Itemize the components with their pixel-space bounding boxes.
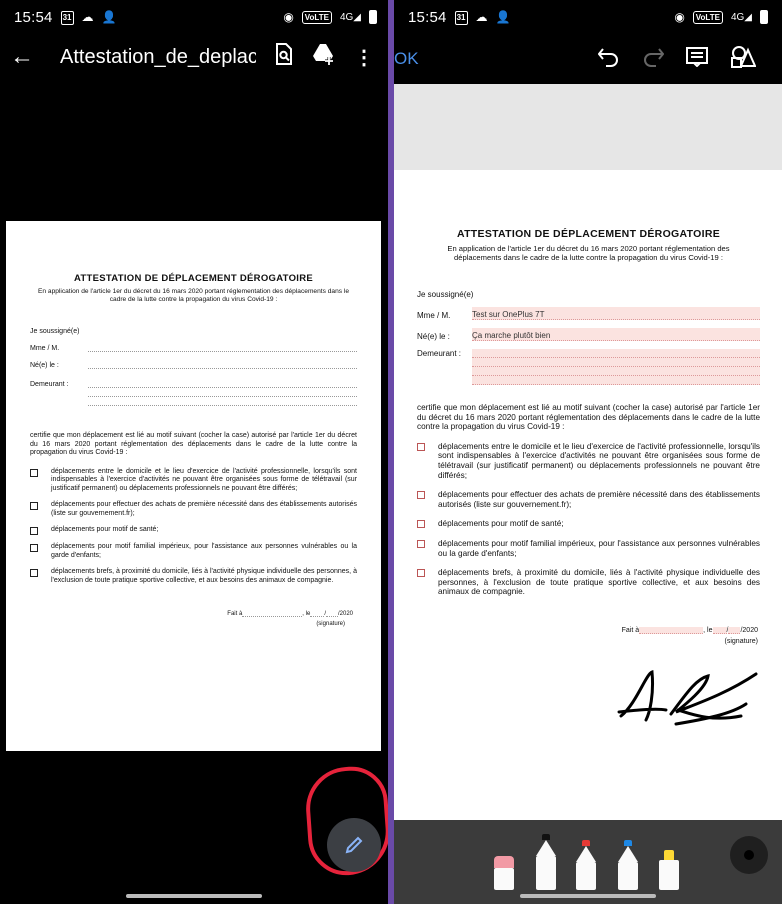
checkbox[interactable] — [417, 520, 425, 529]
hotspot-icon: ◉ — [283, 10, 294, 24]
battery-icon — [760, 10, 768, 24]
document-title: Attestation_de_deplac... — [60, 45, 256, 68]
page-gap — [394, 84, 782, 170]
document-search-icon[interactable] — [274, 43, 294, 71]
black-pen-tool[interactable] — [536, 834, 556, 890]
document-page-preview: ATTESTATION DE DÉPLACEMENT DÉROGATOIRE E… — [6, 221, 381, 751]
name-field — [88, 351, 357, 352]
handwritten-signature — [617, 669, 758, 726]
option-3: déplacements pour motif de santé; — [30, 526, 357, 535]
status-time: 15:54 — [14, 8, 53, 26]
address-field — [88, 387, 357, 388]
certifie-text: certifie que mon déplacement est lié au … — [30, 432, 357, 456]
status-time: 15:54 — [408, 8, 447, 26]
pen-tray — [394, 820, 782, 904]
option-5: déplacements brefs, à proximité du domic… — [30, 568, 357, 585]
annotation-toolbar: OK — [394, 34, 782, 84]
add-person-icon: 👤 — [101, 10, 117, 24]
checkbox — [30, 544, 38, 552]
battery-icon — [369, 10, 377, 24]
right-phone-screen: 15:54 31 ☁ 👤 ◉ VoLTE 4G◢ OK ATTESTATION … — [394, 0, 782, 904]
option-1: déplacements entre le domicile et le lie… — [417, 442, 760, 480]
hotspot-icon: ◉ — [674, 10, 685, 24]
certifie-text: certifie que mon déplacement est lié au … — [417, 403, 760, 432]
birth-input[interactable]: Ça marche plutôt bien — [472, 328, 760, 341]
checkbox — [30, 569, 38, 577]
edit-fab[interactable] — [327, 818, 381, 872]
ne-le-label: Né(e) le : — [30, 362, 59, 369]
eraser-tool[interactable] — [494, 856, 514, 890]
checkbox — [30, 502, 38, 510]
doc-title: ATTESTATION DE DÉPLACEMENT DÉROGATOIRE — [73, 273, 314, 284]
cloud-icon: ☁ — [81, 10, 94, 24]
volte-badge: VoLTE — [301, 10, 332, 24]
address-input[interactable] — [472, 349, 760, 385]
red-pen-tool[interactable] — [576, 840, 596, 890]
fait-a-line: Fait à, le//2020 — [621, 626, 758, 634]
drive-add-icon[interactable] — [312, 43, 336, 71]
option-2: déplacements pour effectuer des achats d… — [417, 490, 760, 509]
editable-document-page[interactable]: ATTESTATION DE DÉPLACEMENT DÉROGATOIRE E… — [394, 170, 782, 820]
signature-label: (signature) — [724, 637, 758, 645]
je-soussigne-label: Je soussigné(e) — [30, 328, 80, 335]
option-1: déplacements entre le domicile et le lie… — [30, 468, 357, 494]
option-4: déplacements pour motif familial impérie… — [30, 543, 357, 560]
checkbox[interactable] — [417, 491, 425, 500]
option-4: déplacements pour motif familial impérie… — [417, 539, 760, 558]
je-soussigne-label: Je soussigné(e) — [417, 290, 474, 299]
pencil-icon — [345, 836, 363, 854]
record-icon[interactable] — [730, 836, 768, 874]
screenshot-pair: 15:54 31 ☁ 👤 ◉ VoLTE 4G◢ ← Attestation_d… — [0, 0, 782, 904]
left-phone-screen: 15:54 31 ☁ 👤 ◉ VoLTE 4G◢ ← Attestation_d… — [0, 0, 393, 904]
undo-icon[interactable] — [597, 47, 620, 72]
checkbox — [30, 468, 38, 477]
status-bar: 15:54 31 ☁ 👤 ◉ VoLTE 4G◢ — [0, 0, 391, 34]
fait-a-line: Fait à, le//2020 — [227, 611, 353, 617]
viewer-toolbar: ← Attestation_de_deplac... ⋮ — [0, 34, 391, 80]
checkbox[interactable] — [417, 539, 425, 548]
more-vert-icon[interactable]: ⋮ — [354, 45, 374, 70]
option-3: déplacements pour motif de santé; — [417, 519, 760, 529]
name-input[interactable]: Test sur OnePlus 7T — [472, 307, 760, 320]
doc-subtitle: En application de l'article 1er du décre… — [447, 244, 730, 262]
signal-icon: 4G◢ — [339, 11, 361, 23]
shapes-icon[interactable] — [730, 45, 757, 73]
blue-pen-tool[interactable] — [618, 840, 638, 890]
birth-field — [88, 368, 357, 369]
signature-label: (signature) — [316, 621, 345, 627]
yellow-highlighter-tool[interactable] — [659, 850, 679, 890]
notes-icon[interactable] — [686, 46, 708, 72]
mme-m-label: Mme / M. — [30, 345, 60, 352]
calendar-icon: 31 — [60, 9, 74, 25]
doc-subtitle: En application de l'article 1er du décre… — [38, 288, 349, 303]
signal-icon: 4G◢ — [730, 11, 752, 23]
add-person-icon: 👤 — [495, 10, 511, 24]
ok-button[interactable]: OK — [394, 49, 419, 69]
redo-icon[interactable] — [642, 47, 665, 72]
option-5: déplacements brefs, à proximité du domic… — [417, 568, 760, 597]
demeurant-label: Demeurant : — [30, 381, 69, 388]
checkbox — [30, 527, 38, 535]
volte-badge: VoLTE — [692, 10, 723, 24]
cloud-icon: ☁ — [475, 10, 488, 24]
status-bar-right: 15:54 31 ☁ 👤 ◉ VoLTE 4G◢ — [394, 0, 782, 34]
doc-title: ATTESTATION DE DÉPLACEMENT DÉROGATOIRE — [456, 228, 720, 240]
option-2: déplacements pour effectuer des achats d… — [30, 501, 357, 518]
gesture-bar[interactable] — [520, 894, 656, 898]
calendar-icon: 31 — [454, 9, 468, 25]
demeurant-label: Demeurant : — [417, 349, 462, 358]
checkbox[interactable] — [417, 442, 425, 451]
checkbox[interactable] — [417, 569, 425, 578]
gesture-bar[interactable] — [126, 894, 262, 898]
back-arrow-icon[interactable]: ← — [10, 43, 44, 71]
mme-m-label: Mme / M. — [417, 311, 451, 320]
ne-le-label: Né(e) le : — [417, 332, 450, 341]
